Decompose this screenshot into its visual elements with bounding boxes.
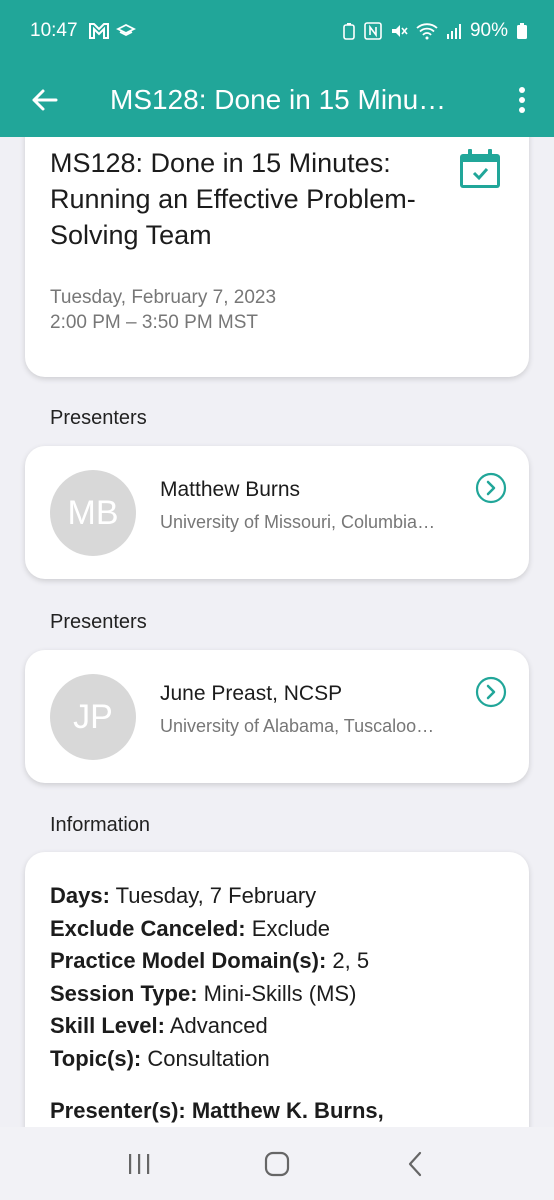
presenter-name: Matthew Burns xyxy=(160,478,301,501)
info-key: Days: xyxy=(50,883,110,908)
info-key: Session Type: xyxy=(50,980,198,1006)
arrow-back-icon xyxy=(32,89,58,110)
system-nav-bar xyxy=(0,1127,554,1200)
avatar: MB xyxy=(50,470,136,556)
info-value: 2, 5 xyxy=(332,948,370,973)
gmail-icon xyxy=(88,23,109,39)
signal-icon xyxy=(446,24,461,39)
status-bar: 10:47 90% xyxy=(0,0,554,62)
avatar: JP xyxy=(50,674,136,760)
presenter-open-button[interactable] xyxy=(475,472,507,509)
info-value: Advanced xyxy=(169,1013,268,1038)
more-vert-icon xyxy=(519,87,525,113)
session-time: 2:00 PM – 3:50 PM MST xyxy=(50,312,259,333)
battery-saver-icon xyxy=(343,23,355,40)
wifi-icon xyxy=(416,23,438,40)
info-value: Mini-Skills (MS) xyxy=(203,980,357,1006)
presenter-open-button[interactable] xyxy=(475,676,507,713)
info-row: Topic(s): Consultation xyxy=(50,1043,384,1076)
info-presenters-text: Presenter(s): Matthew K. Burns, xyxy=(50,1098,384,1123)
info-key: Exclude Canceled: xyxy=(50,915,246,941)
info-key: Practice Model Domain(s): xyxy=(50,948,327,973)
battery-percent: 90% xyxy=(469,20,508,41)
presenter-card-2[interactable]: JP June Preast, NCSP University of Alaba… xyxy=(25,650,529,783)
information-list: Days: Tuesday, 7 February Exclude Cancel… xyxy=(50,880,384,1127)
calendar-check-icon xyxy=(460,149,500,188)
app-bar-title: MS128: Done in 15 Minu… xyxy=(110,83,447,115)
info-row: Exclude Canceled: Exclude xyxy=(50,913,384,946)
info-key: Skill Level: xyxy=(50,1013,165,1038)
presenters-heading-2: Presenters xyxy=(50,611,147,633)
app-bar: MS128: Done in 15 Minu… xyxy=(0,62,554,137)
info-value: Exclude xyxy=(251,915,331,941)
presenter-card-1[interactable]: MB Matthew Burns University of Missouri,… xyxy=(25,446,529,579)
more-options-button[interactable] xyxy=(510,82,534,118)
session-datetime: Tuesday, February 7, 2023 2:00 PM – 3:50… xyxy=(50,285,276,335)
add-to-calendar-button[interactable] xyxy=(459,149,501,194)
home-icon xyxy=(264,1151,290,1176)
info-row: Session Type: Mini-Skills (MS) xyxy=(50,978,384,1011)
info-row: Days: Tuesday, 7 February xyxy=(50,880,384,913)
info-presenters-line: Presenter(s): Matthew K. Burns, xyxy=(50,1095,384,1127)
mute-icon xyxy=(391,25,408,37)
home-button[interactable] xyxy=(247,1134,307,1194)
session-date: Tuesday, February 7, 2023 xyxy=(50,287,277,308)
cast-icon xyxy=(115,23,136,37)
session-title: MS128: Done in 15 Minutes: Running an Ef… xyxy=(50,148,416,250)
chevron-right-circle-icon xyxy=(475,676,507,708)
session-detail-content[interactable]: MS128: Done in 15 Minutes: Running an Ef… xyxy=(0,137,554,1127)
info-row: Skill Level: Advanced xyxy=(50,1010,384,1043)
status-time: 10:47 xyxy=(30,20,78,41)
recents-icon xyxy=(129,1153,150,1174)
battery-icon xyxy=(517,23,527,39)
info-value: Tuesday, 7 February xyxy=(115,883,317,908)
back-button[interactable] xyxy=(0,62,88,137)
presenter-name: June Preast, NCSP xyxy=(160,682,343,705)
info-key: Topic(s): xyxy=(50,1045,142,1071)
presenter-organization: University of Missouri, Columbia… xyxy=(160,512,436,532)
info-row: Practice Model Domain(s): 2, 5 xyxy=(50,945,384,978)
information-card: Days: Tuesday, 7 February Exclude Cancel… xyxy=(25,852,529,1127)
nfc-icon xyxy=(364,22,382,40)
recents-button[interactable] xyxy=(109,1134,169,1194)
info-value: Consultation xyxy=(147,1045,270,1071)
back-nav-button[interactable] xyxy=(385,1134,445,1194)
session-card: MS128: Done in 15 Minutes: Running an Ef… xyxy=(25,137,529,377)
presenter-organization: University of Alabama, Tuscaloo… xyxy=(160,716,435,736)
information-heading: Information xyxy=(50,814,151,836)
chevron-left-icon xyxy=(408,1151,422,1176)
chevron-right-circle-icon xyxy=(475,472,507,504)
presenters-heading-1: Presenters xyxy=(50,407,147,429)
